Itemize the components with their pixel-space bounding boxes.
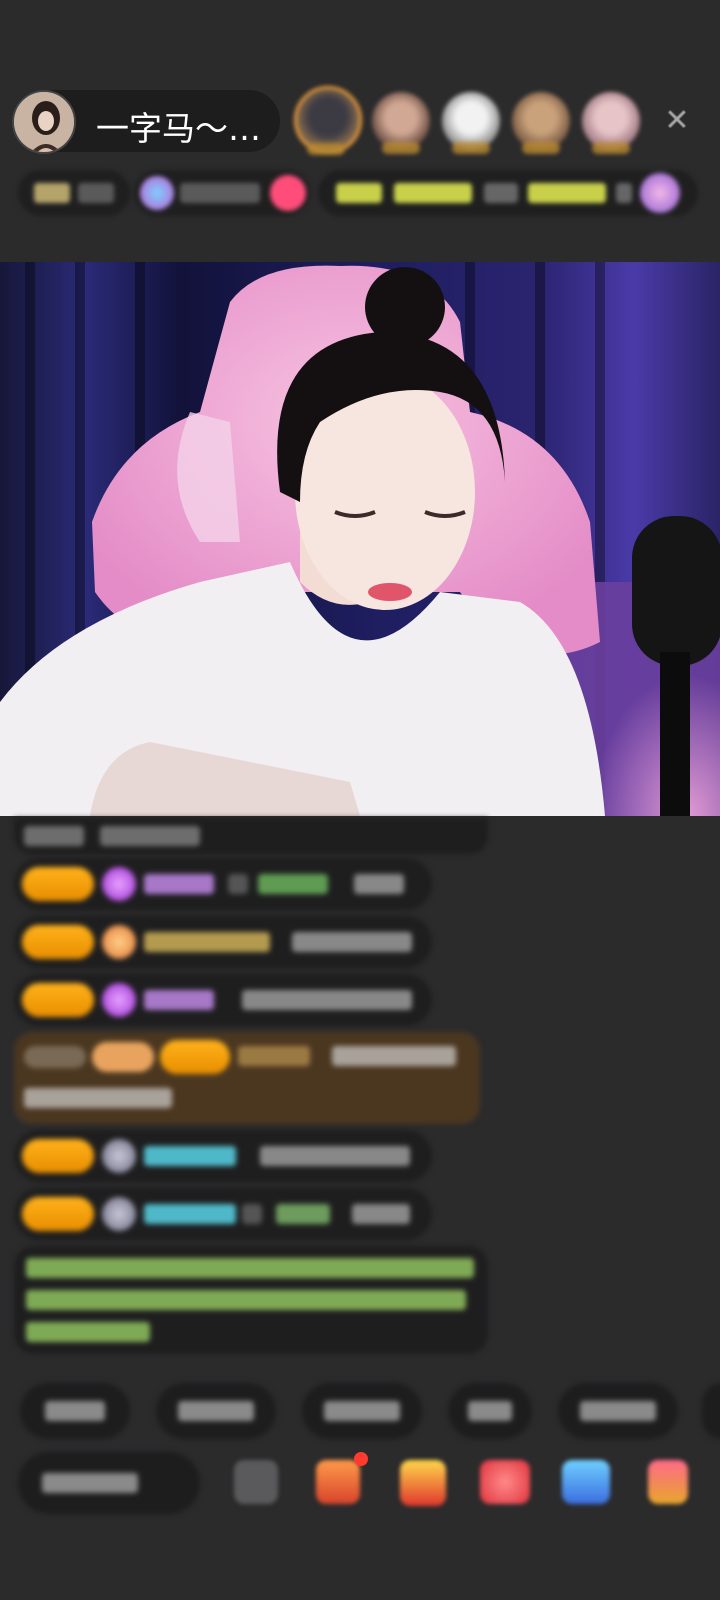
avatar: [102, 1139, 136, 1173]
activity-banner[interactable]: [318, 170, 698, 216]
fan-badge: [22, 1197, 94, 1231]
chat-input[interactable]: [18, 1452, 200, 1514]
more-gift-icon[interactable]: [648, 1460, 688, 1504]
avatar: [102, 1197, 136, 1231]
quick-reply-chip[interactable]: [156, 1383, 276, 1439]
chat-message[interactable]: [14, 1130, 432, 1182]
fan-badge: [22, 925, 94, 959]
host-info-pill[interactable]: 一字马～…: [12, 90, 280, 154]
top-viewer-avatar[interactable]: [372, 92, 430, 154]
fan-badge: [160, 1040, 230, 1074]
quick-reply-chip[interactable]: [302, 1383, 422, 1439]
top-bar: 一字马～… ✕: [12, 86, 712, 156]
gem-icon: [102, 983, 136, 1017]
highlight-message[interactable]: [14, 1032, 480, 1124]
top-viewer-avatar[interactable]: [442, 92, 500, 154]
game-icon[interactable]: [562, 1460, 610, 1504]
quick-reply-chip[interactable]: [20, 1383, 130, 1439]
treasure-icon[interactable]: [400, 1460, 446, 1506]
popularity-chip[interactable]: [134, 170, 310, 216]
quick-reply-chip[interactable]: [702, 1383, 720, 1439]
fan-badge: [22, 867, 94, 901]
hour-rank-chip[interactable]: [18, 170, 130, 216]
host-name: 一字马～…: [96, 109, 261, 148]
system-notice: [14, 1246, 488, 1354]
info-strip: [0, 170, 720, 216]
chat-message[interactable]: [14, 916, 432, 968]
live-video[interactable]: [0, 262, 720, 816]
level-icon: [102, 925, 136, 959]
chat-message[interactable]: [14, 858, 432, 910]
bottom-bar: [0, 1450, 720, 1522]
gem-icon: [102, 867, 136, 901]
chat-message[interactable]: [14, 818, 488, 854]
gift-box-icon[interactable]: [316, 1460, 360, 1504]
chat-message[interactable]: [14, 1188, 432, 1240]
top-viewer-avatar[interactable]: [582, 92, 640, 154]
chat-message[interactable]: [14, 974, 432, 1026]
quick-reply-chip[interactable]: [558, 1383, 678, 1439]
top-viewer-avatar[interactable]: [512, 92, 570, 154]
red-packet-icon[interactable]: [480, 1460, 530, 1504]
chat-list[interactable]: [0, 818, 720, 1358]
host-avatar[interactable]: [12, 90, 76, 154]
fan-badge: [22, 983, 94, 1017]
quick-reply-bar: [0, 1383, 720, 1439]
emoji-icon[interactable]: [234, 1460, 278, 1504]
top-viewer-avatar[interactable]: [294, 86, 362, 155]
close-icon[interactable]: ✕: [660, 104, 694, 138]
notification-dot: [354, 1452, 368, 1466]
fan-badge: [22, 1139, 94, 1173]
quick-reply-chip[interactable]: [448, 1383, 532, 1439]
